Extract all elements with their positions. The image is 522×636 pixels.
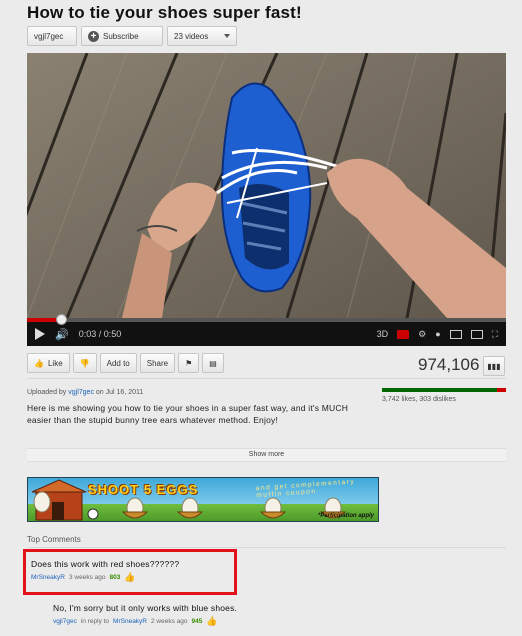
comment-score: 945 (191, 618, 203, 625)
comments-heading: Top Comments (27, 535, 81, 544)
action-bar: 👍 Like 👎 Add to Share ⚑ ▤ (27, 353, 224, 373)
transcript-icon: ▤ (209, 358, 217, 368)
play-icon[interactable] (35, 328, 45, 340)
video-title: How to tie your shoes super fast! (27, 3, 302, 22)
plus-icon: + (88, 30, 99, 42)
subscribe-button[interactable]: + Subscribe (81, 26, 163, 46)
ad-disclaimer: *Participation apply (317, 513, 374, 519)
video-frame[interactable] (27, 53, 506, 318)
channel-row: vgjl7gec + Subscribe 23 videos (27, 26, 237, 46)
fullscreen-icon[interactable]: ⛶ (492, 329, 498, 340)
like-button[interactable]: 👍 Like (27, 353, 70, 373)
player-controls: 🔊 0:03 / 0:50 3D ⚙ ● ⛶ (27, 314, 506, 346)
comment-age: 3 weeks ago (68, 574, 106, 581)
ad-banner[interactable]: SHOOT 5 EGGS and get complementary muffi… (27, 477, 379, 522)
like-label: Like (47, 358, 63, 368)
reply-to-link[interactable]: MrSneakyR (113, 618, 147, 625)
flag-icon: ⚑ (185, 358, 193, 368)
divider (27, 378, 506, 379)
comment-meta: vgjl7gec in reply to MrSneakyR 2 weeks a… (53, 616, 237, 627)
thumb-up-icon: 👍 (34, 358, 44, 368)
comment-meta: MrSneakyR 3 weeks ago 803 👍 (31, 572, 179, 583)
chevron-down-icon (224, 34, 230, 38)
thumb-down-icon: 👎 (79, 358, 90, 368)
upload-date: on Jul 16, 2011 (95, 389, 144, 396)
like-ratio-bar (382, 388, 506, 392)
like-ratio-fill (382, 388, 497, 392)
comment-author-link[interactable]: MrSneakyR (31, 574, 65, 581)
show-more-button[interactable]: Show more (27, 448, 506, 462)
comment-author-link[interactable]: vgjl7gec (53, 618, 77, 625)
comment-text: Does this work with red shoes?????? (31, 559, 180, 569)
comment-age: 2 weeks ago (151, 618, 188, 625)
subscribe-label: Subscribe (103, 31, 139, 41)
videos-label: 23 videos (174, 31, 209, 41)
reply-prefix: in reply to (80, 618, 110, 625)
channel-videos-dropdown[interactable]: 23 videos (167, 26, 237, 46)
3d-toggle[interactable]: 3D (377, 329, 389, 339)
share-button[interactable]: Share (139, 353, 176, 373)
expand-icon[interactable] (470, 329, 483, 339)
bar-chart-icon: ▮▮▮ (487, 361, 501, 371)
upload-info: Uploaded by vgjl7gec on Jul 16, 2011 (27, 389, 143, 396)
thumb-up-icon[interactable]: 👍 (124, 572, 135, 583)
comment-text: No, I'm sorry but it only works with blu… (53, 603, 238, 613)
channel-button[interactable]: vgjl7gec (27, 26, 77, 46)
volume-icon[interactable]: 🔊 (55, 328, 69, 341)
dislike-button[interactable]: 👎 (72, 353, 97, 373)
thumb-up-icon[interactable]: 👍 (206, 616, 217, 627)
ad-title: SHOOT 5 EGGS (88, 482, 199, 497)
progress-bar[interactable] (27, 314, 506, 325)
comments-divider (27, 547, 506, 548)
gear-icon[interactable]: ⚙ (418, 329, 426, 340)
video-thumbnail (27, 53, 506, 318)
stats-button[interactable]: ▮▮▮ (483, 356, 505, 376)
upload-prefix: Uploaded by (27, 389, 67, 396)
view-count: 974,106 (418, 355, 480, 374)
uploader-link[interactable]: vgjl7gec (68, 389, 94, 396)
video-description: Here is me showing you how to tie your s… (27, 403, 349, 425)
likes-count: 3,742 likes, 303 dislikes (382, 396, 456, 403)
captions-icon[interactable] (397, 329, 410, 339)
comment: Does this work with red shoes?????? MrSn… (31, 559, 179, 583)
comment-score: 803 (109, 574, 121, 581)
comment-reply: No, I'm sorry but it only works with blu… (53, 603, 237, 627)
transcript-button[interactable]: ▤ (202, 353, 224, 373)
time-display: 0:03 / 0:50 (78, 329, 122, 339)
flag-button[interactable]: ⚑ (178, 353, 200, 373)
popout-icon[interactable] (449, 329, 462, 339)
add-to-button[interactable]: Add to (99, 353, 137, 373)
annotations-icon[interactable]: ● (435, 329, 440, 339)
